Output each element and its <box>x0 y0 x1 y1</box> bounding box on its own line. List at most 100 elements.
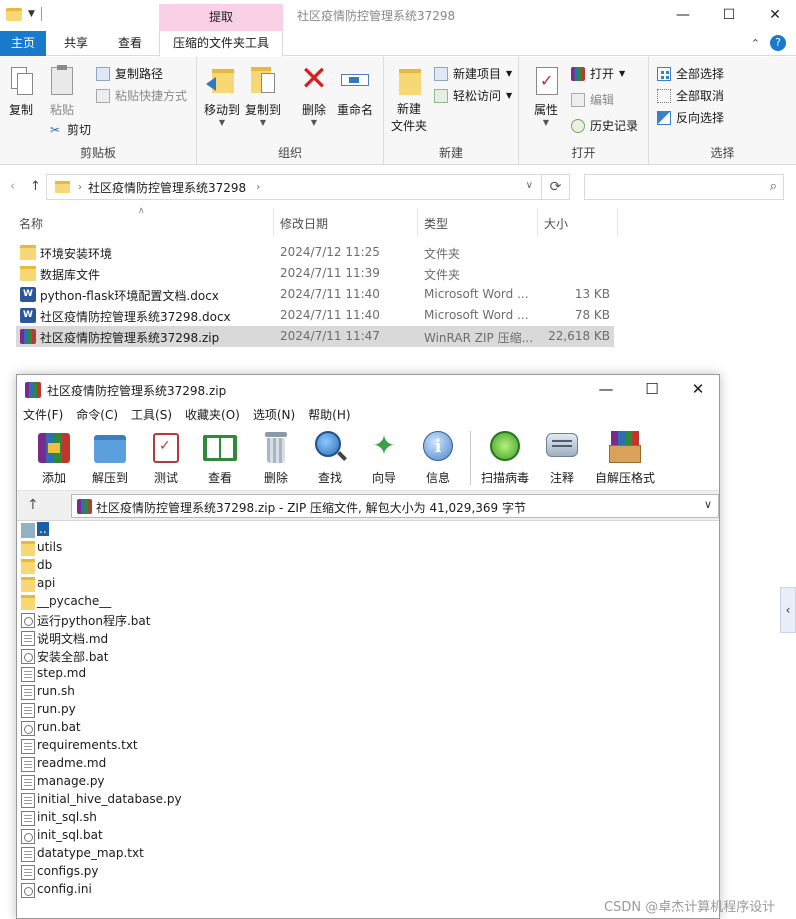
column-divider[interactable] <box>617 208 618 236</box>
delete-button[interactable]: ✕ 删除 ▼ <box>297 62 331 127</box>
chevron-right-icon[interactable]: › <box>256 182 260 193</box>
archive-path-select[interactable]: 社区疫情防控管理系统37298.zip - ZIP 压缩文件, 解包大小为 41… <box>71 494 719 518</box>
easy-access-icon <box>434 88 448 103</box>
extract-to-button[interactable]: 解压到 <box>87 429 133 486</box>
maximize-button[interactable]: ☐ <box>706 4 752 28</box>
document-icon <box>21 757 35 772</box>
rename-button[interactable]: 重命名 <box>335 63 375 118</box>
comment-button[interactable]: 注释 <box>539 429 585 486</box>
close-button[interactable]: ✕ <box>752 4 796 28</box>
sfx-button[interactable]: 自解压格式 <box>593 429 657 486</box>
file-row[interactable]: 环境安装环境 2024/7/12 11:25 文件夹 <box>16 242 614 263</box>
menu-help[interactable]: 帮助(H) <box>308 405 350 425</box>
select-none-button[interactable]: 全部取消 <box>657 87 724 104</box>
delete-button[interactable]: 删除 <box>253 429 299 486</box>
refresh-button[interactable]: ⟳ <box>542 174 570 200</box>
copy-to-label: 复制到 <box>244 103 281 117</box>
minimize-button[interactable]: — <box>583 378 629 402</box>
maximize-button[interactable]: ☐ <box>629 378 675 402</box>
help-icon[interactable]: ? <box>770 35 786 51</box>
search-icon: ⌕ <box>769 179 777 194</box>
batch-file-icon <box>21 721 35 736</box>
column-divider[interactable] <box>417 208 418 236</box>
menu-file[interactable]: 文件(F) <box>23 405 63 425</box>
breadcrumb[interactable]: 社区疫情防控管理系统37298 <box>88 179 246 196</box>
column-name[interactable]: 名称 <box>19 215 43 232</box>
file-row[interactable]: W 社区疫情防控管理系统37298.docx 2024/7/11 11:40 M… <box>16 305 614 326</box>
document-icon <box>21 775 35 790</box>
scan-virus-button[interactable]: 扫描病毒 <box>477 429 533 486</box>
select-all-button[interactable]: 全部选择 <box>657 65 724 82</box>
menu-commands[interactable]: 命令(C) <box>76 405 118 425</box>
up-arrow-icon[interactable]: ↑ <box>27 497 39 513</box>
new-item-button[interactable]: 新建项目 ▼ <box>434 65 512 82</box>
chevron-down-icon[interactable]: ∨ <box>526 180 533 191</box>
rename-icon <box>339 63 371 97</box>
back-arrow-icon[interactable]: ‹ <box>10 179 15 194</box>
open-button[interactable]: 打开 ▼ <box>571 65 625 82</box>
copy-button[interactable]: 复制 <box>4 63 38 118</box>
column-divider[interactable] <box>537 208 538 236</box>
tab-share[interactable]: 共享 <box>56 31 96 56</box>
paste-shortcut-button[interactable]: 粘贴快捷方式 <box>96 87 187 104</box>
chevron-right-icon[interactable]: › <box>78 182 82 193</box>
up-arrow-icon[interactable]: ↑ <box>30 179 41 194</box>
search-input[interactable]: ⌕ <box>584 174 784 200</box>
copy-path-button[interactable]: 复制路径 <box>96 65 163 82</box>
copy-to-icon <box>247 63 279 97</box>
properties-icon: ✓ <box>530 63 562 97</box>
file-row[interactable]: W python-flask环境配置文档.docx 2024/7/11 11:4… <box>16 284 614 305</box>
find-button[interactable]: 查找 <box>307 429 353 486</box>
menu-favorites[interactable]: 收藏夹(O) <box>185 405 240 425</box>
open-group-label: 打开 <box>571 146 596 160</box>
move-to-button[interactable]: 移动到 ▼ <box>203 63 241 127</box>
move-to-label: 移动到 <box>203 103 240 117</box>
cut-button[interactable]: ✂ 剪切 <box>48 121 91 138</box>
invert-selection-button[interactable]: 反向选择 <box>657 109 724 126</box>
menu-options[interactable]: 选项(N) <box>253 405 295 425</box>
chevron-down-icon: ▼ <box>619 69 626 78</box>
wizard-button[interactable]: ✦ 向导 <box>361 429 407 486</box>
address-bar[interactable]: › 社区疫情防控管理系统37298 › ∨ <box>46 174 542 200</box>
test-button[interactable]: ✓ 测试 <box>143 429 189 486</box>
properties-button[interactable]: ✓ 属性 ▼ <box>527 63 565 127</box>
list-item-label: 说明文档.md <box>37 632 109 646</box>
tab-view[interactable]: 查看 <box>110 31 150 56</box>
copy-icon <box>5 63 37 97</box>
add-button[interactable]: 添加 <box>31 429 77 486</box>
new-item-icon <box>434 66 448 81</box>
sort-ascending-icon: ∧ <box>138 206 145 216</box>
new-folder-button[interactable]: 新建 文件夹 <box>388 63 430 135</box>
tab-compressed-folder-tools[interactable]: 压缩的文件夹工具 <box>159 31 283 57</box>
column-type[interactable]: 类型 <box>424 215 448 232</box>
folder-icon[interactable] <box>6 7 22 21</box>
paste-button[interactable]: 粘贴 <box>44 63 80 118</box>
column-date[interactable]: 修改日期 <box>280 215 328 232</box>
edit-button[interactable]: 编辑 <box>571 91 614 108</box>
file-row[interactable]: 社区疫情防控管理系统37298.zip 2024/7/11 11:47 WinR… <box>16 326 614 347</box>
context-tab-extract[interactable]: 提取 <box>159 4 283 31</box>
paste-shortcut-label: 粘贴快捷方式 <box>115 89 188 103</box>
minimize-button[interactable]: — <box>660 4 706 28</box>
easy-access-button[interactable]: 轻松访问 ▼ <box>434 87 512 104</box>
column-divider[interactable] <box>273 208 274 236</box>
file-row[interactable]: 数据库文件 2024/7/11 11:39 文件夹 <box>16 263 614 284</box>
winrar-archive-icon <box>20 329 36 344</box>
clipboard-group-label: 剪贴板 <box>79 146 116 160</box>
copy-to-button[interactable]: 复制到 ▼ <box>244 63 282 127</box>
list-item-label: api <box>37 576 56 590</box>
trash-icon <box>258 429 294 465</box>
column-size[interactable]: 大小 <box>544 215 568 232</box>
tab-home[interactable]: 主页 <box>0 31 46 56</box>
chevron-left-icon[interactable]: ‹ <box>780 587 796 633</box>
collapse-ribbon-icon[interactable]: ⌃ <box>751 37 760 50</box>
delete-label: 删除 <box>263 471 288 485</box>
info-button[interactable]: i 信息 <box>415 429 461 486</box>
menu-tools[interactable]: 工具(S) <box>131 405 172 425</box>
view-button[interactable]: 查看 <box>197 429 243 486</box>
qat-dropdown-icon[interactable]: ▼ <box>28 9 35 19</box>
close-button[interactable]: ✕ <box>675 378 721 402</box>
chevron-down-icon[interactable]: ∨ <box>704 498 712 511</box>
file-size: 22,618 KB <box>548 329 610 343</box>
history-button[interactable]: 历史记录 <box>571 117 638 134</box>
